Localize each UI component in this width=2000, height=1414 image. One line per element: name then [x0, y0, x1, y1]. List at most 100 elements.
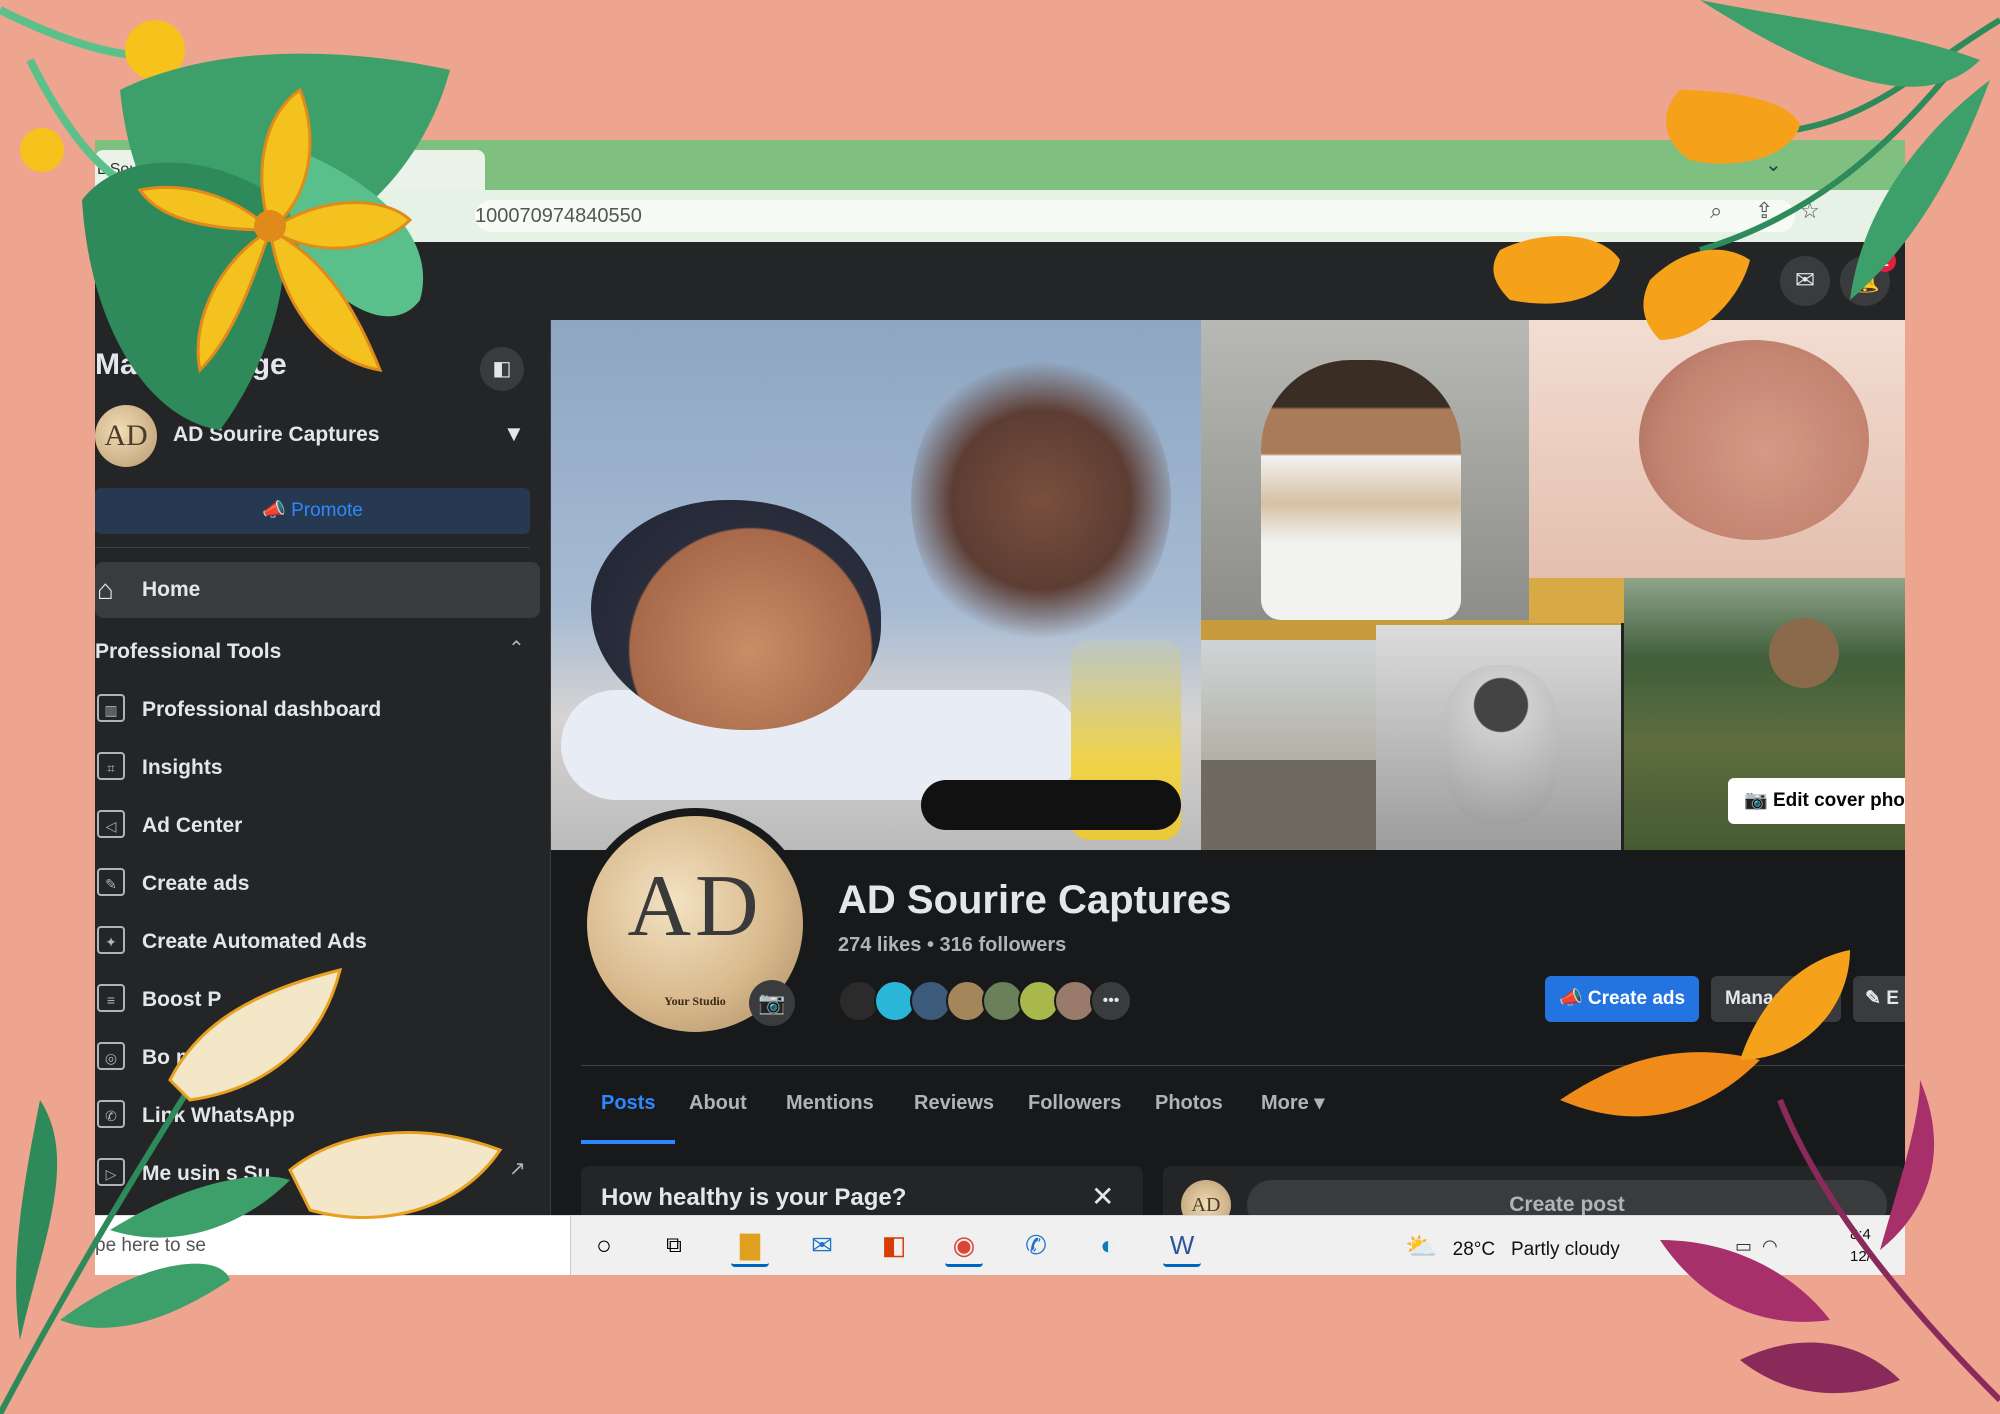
- file-explorer-icon[interactable]: ▇: [731, 1226, 769, 1267]
- address-bar: 100070974840550: [95, 190, 1905, 242]
- megaphone-icon: ◁: [97, 810, 125, 838]
- panel-icon: ◧: [492, 358, 512, 380]
- messenger-icon: ✉: [1794, 267, 1816, 294]
- home-icon: ⌂: [97, 574, 114, 605]
- tab-posts[interactable]: Posts: [581, 1066, 676, 1144]
- clock-date: 12/: [1850, 1248, 1871, 1265]
- bookmark-star-icon[interactable]: ☆: [1800, 198, 1820, 224]
- tab-more[interactable]: More ▾: [1261, 1066, 1324, 1140]
- sidebar-item-ad-center[interactable]: ◁ Ad Center: [95, 806, 535, 846]
- external-link-icon: ↗: [509, 1158, 526, 1180]
- search-placeholder: pe here to se: [95, 1235, 206, 1256]
- office-icon[interactable]: ◧: [875, 1226, 913, 1264]
- messenger-button[interactable]: ✉: [1780, 256, 1830, 306]
- taskbar-search-input[interactable]: pe here to se: [95, 1216, 571, 1275]
- edit-label: E: [1886, 988, 1899, 1009]
- page-main: 📷 Edit cover phot AD Your Studio 📷 AD So…: [551, 320, 1905, 1275]
- caret-down-icon: ▼: [503, 421, 525, 446]
- megaphone-icon: 📣: [1558, 988, 1583, 1009]
- edit-button[interactable]: ✎ E: [1853, 976, 1905, 1022]
- weather-desc: Partly cloudy: [1510, 1239, 1620, 1260]
- tab-search-chevron-icon[interactable]: ⌄: [1765, 152, 1782, 177]
- page-avatar: AD: [95, 405, 157, 467]
- sidebar-item-label: Home: [142, 578, 201, 601]
- clock-time: 8:4: [1850, 1226, 1871, 1243]
- create-ads-label: Create ads: [1587, 988, 1686, 1009]
- browser-tab[interactable]: L Sourire Ca: [95, 150, 485, 190]
- sidebar-item-label: Me usin s Su: [142, 1162, 271, 1185]
- sidebar-item-create-ads[interactable]: ✎ Create ads: [95, 864, 535, 904]
- sidebar-item-label: Bo m Post: [142, 1046, 246, 1069]
- url-field[interactable]: 100070974840550: [475, 200, 1795, 232]
- edge-icon[interactable]: ◐: [1089, 1226, 1127, 1264]
- sidebar-item-label: Professional dashboard: [142, 698, 382, 721]
- divider: [95, 547, 530, 548]
- sidebar-item-professional-dashboard[interactable]: ▥ Professional dashboard: [95, 690, 535, 730]
- create-ads-button[interactable]: 📣 Create ads: [1545, 976, 1699, 1022]
- pencil-icon: ✎: [1865, 988, 1881, 1009]
- browser-tab-title: L Sourire Ca: [97, 161, 187, 178]
- weather-widget[interactable]: ⛅ 28°C Partly cloudy: [1405, 1216, 1620, 1275]
- cortana-icon[interactable]: ○: [585, 1226, 623, 1264]
- chart-icon: ▥: [97, 694, 125, 722]
- wand-icon: ✦: [97, 926, 125, 954]
- page-tabs: Posts About Mentions Reviews Followers P…: [581, 1066, 1905, 1144]
- page-health-title: How healthy is your Page?: [601, 1184, 907, 1211]
- share-icon[interactable]: ⇪: [1755, 198, 1773, 224]
- instagram-icon: ◎: [97, 1042, 125, 1070]
- tab-mentions[interactable]: Mentions: [786, 1066, 874, 1140]
- edit-cover-label: Edit cover phot: [1772, 790, 1905, 811]
- sidebar-item-label: Ad Center: [142, 814, 243, 837]
- sidebar-item-insights[interactable]: ⌗ Insights: [95, 748, 535, 788]
- zoom-icon[interactable]: ⌕: [1710, 198, 1722, 224]
- url-text: 100070974840550: [475, 205, 642, 227]
- battery-icon: ▭: [1735, 1236, 1753, 1256]
- page-stats[interactable]: 274 likes • 316 followers: [838, 934, 1066, 957]
- facebook-top-bar: ✉ 🔔 2: [95, 242, 1905, 321]
- camera-icon: 📷: [758, 990, 786, 1015]
- meta-icon: ▷: [97, 1158, 125, 1186]
- browser-tab-bar: L Sourire Ca ⌄: [95, 140, 1905, 190]
- manage-label: Manag: [1725, 988, 1786, 1009]
- sidebar-item-boost-instagram-post[interactable]: ◎ Bo m Post: [95, 1038, 535, 1078]
- promote-button[interactable]: 📣 Promote: [95, 488, 530, 534]
- manage-button[interactable]: Manag: [1711, 976, 1841, 1022]
- sidebar-item-boost-post[interactable]: ≡ Boost P: [95, 980, 535, 1020]
- edit-cover-photo-button[interactable]: 📷 Edit cover phot: [1728, 778, 1905, 824]
- tab-photos[interactable]: Photos: [1155, 1066, 1223, 1140]
- system-tray[interactable]: ▭ ◠: [1735, 1216, 1778, 1275]
- cover-image-road: [1201, 640, 1376, 850]
- tab-followers[interactable]: Followers: [1028, 1066, 1121, 1140]
- page-title: AD Sourire Captures: [838, 878, 1232, 922]
- cover-image-boy: [551, 320, 1201, 850]
- word-icon[interactable]: W: [1163, 1226, 1201, 1267]
- cover-photo[interactable]: 📷 Edit cover phot: [551, 320, 1905, 850]
- chevron-up-icon[interactable]: ⌃: [508, 636, 525, 661]
- profile-logo-text: AD: [627, 858, 763, 955]
- tab-about[interactable]: About: [689, 1066, 747, 1140]
- close-icon[interactable]: ✕: [1091, 1180, 1114, 1213]
- sidebar-item-home[interactable]: ⌂ Home: [95, 562, 540, 618]
- notifications-button[interactable]: 🔔 2: [1840, 250, 1896, 306]
- sidebar-item-create-automated-ads[interactable]: ✦ Create Automated Ads: [95, 922, 535, 962]
- chrome-icon[interactable]: ◉: [945, 1226, 983, 1267]
- insights-icon: ⌗: [97, 752, 125, 780]
- task-view-icon[interactable]: ⧉: [655, 1226, 693, 1264]
- clock[interactable]: 8:4 12/: [1850, 1224, 1871, 1268]
- sidebar-item-link-whatsapp[interactable]: ✆ Link WhatsApp: [95, 1096, 535, 1136]
- manage-page-sidebar: Manage Page ◧ AD AD Sourire Captures ▼ 📣…: [95, 320, 551, 1275]
- mail-icon[interactable]: ✉: [803, 1226, 841, 1264]
- follower-avatars[interactable]: •••: [838, 980, 1158, 1024]
- cover-image-teen: [1201, 320, 1529, 620]
- page-switcher[interactable]: AD AD Sourire Captures ▼: [95, 405, 535, 471]
- sidebar-collapse-button[interactable]: ◧: [480, 347, 524, 391]
- tab-reviews[interactable]: Reviews: [914, 1066, 994, 1140]
- camera-icon: 📷: [1744, 790, 1768, 811]
- page-switcher-name: AD Sourire Captures: [173, 423, 380, 446]
- phone-icon[interactable]: ✆: [1017, 1226, 1055, 1264]
- partly-cloudy-icon: ⛅: [1405, 1231, 1438, 1261]
- cover-image-baby: [1529, 320, 1905, 578]
- update-profile-picture-button[interactable]: 📷: [749, 980, 795, 1026]
- sidebar-item-meta-business-suite[interactable]: ▷ Me usin s Su: [95, 1154, 535, 1194]
- windows-taskbar: pe here to se ○ ⧉ ▇ ✉ ◧ ◉ ✆ ◐ W ⛅ 28°C P…: [95, 1215, 1905, 1275]
